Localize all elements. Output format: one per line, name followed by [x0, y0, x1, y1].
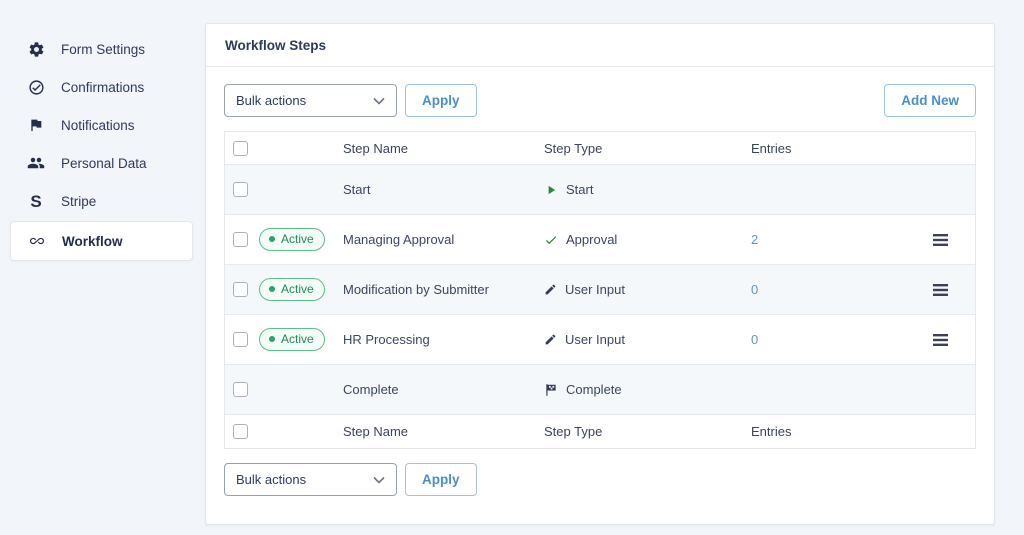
people-icon	[26, 154, 46, 172]
sidebar-item-workflow[interactable]: Workflow	[10, 221, 193, 261]
add-new-button[interactable]: Add New	[884, 84, 976, 117]
table-header-row: Step Name Step Type Entries	[225, 132, 975, 165]
sidebar-item-label: Notifications	[61, 118, 135, 133]
status-badge: Active	[259, 228, 325, 251]
active-dot-icon	[269, 236, 275, 242]
row-menu-icon[interactable]	[929, 330, 952, 350]
bulk-actions-selected-value: Bulk actions	[236, 472, 306, 487]
sidebar-item-label: Form Settings	[61, 42, 145, 57]
step-name: Modification by Submitter	[343, 280, 544, 299]
active-dot-icon	[269, 336, 275, 342]
sidebar-item-form-settings[interactable]: Form Settings	[0, 30, 205, 68]
step-name: Managing Approval	[343, 230, 544, 249]
chevron-down-icon	[373, 97, 385, 105]
table-row-managing-approval: Active Managing Approval Approval 2	[225, 215, 975, 265]
table-row-start: Start Start	[225, 165, 975, 215]
bulk-actions-select-bottom[interactable]: Bulk actions	[224, 463, 397, 496]
stripe-s-icon: S	[26, 192, 46, 210]
workflow-steps-panel: Workflow Steps Bulk actions Apply Add Ne…	[205, 23, 995, 525]
sidebar-item-notifications[interactable]: Notifications	[0, 106, 205, 144]
check-circle-icon	[26, 78, 46, 96]
app: Form Settings Confirmations Notification…	[0, 0, 1024, 535]
pencil-icon	[544, 333, 557, 346]
top-toolbar: Bulk actions Apply Add New	[224, 84, 976, 117]
sidebar-item-label: Personal Data	[61, 156, 147, 171]
panel-title: Workflow Steps	[206, 24, 994, 67]
entries-count-link[interactable]: 2	[751, 232, 758, 247]
sidebar-item-label: Stripe	[61, 194, 96, 209]
row-checkbox[interactable]	[233, 182, 248, 197]
row-checkbox[interactable]	[233, 232, 248, 247]
bottom-toolbar: Bulk actions Apply	[224, 463, 976, 496]
chevron-down-icon	[373, 476, 385, 484]
step-type: User Input	[544, 330, 751, 349]
select-all-checkbox-bottom[interactable]	[233, 424, 248, 439]
step-name: HR Processing	[343, 330, 544, 349]
table-row-complete: Complete Complete	[225, 365, 975, 415]
sidebar-item-confirmations[interactable]: Confirmations	[0, 68, 205, 106]
sidebar-item-label: Workflow	[62, 234, 123, 249]
step-type: Start	[544, 180, 751, 199]
play-icon	[544, 183, 558, 197]
sidebar-item-personal-data[interactable]: Personal Data	[0, 144, 205, 182]
footer-column-entries: Entries	[751, 422, 929, 441]
footer-column-step-name: Step Name	[343, 422, 544, 441]
step-type: User Input	[544, 280, 751, 299]
apply-button-bottom[interactable]: Apply	[405, 463, 477, 496]
row-checkbox[interactable]	[233, 332, 248, 347]
bulk-actions-select[interactable]: Bulk actions	[224, 84, 397, 117]
table-footer-row: Step Name Step Type Entries	[225, 415, 975, 448]
row-menu-icon[interactable]	[929, 230, 952, 250]
active-dot-icon	[269, 286, 275, 292]
column-header-step-name: Step Name	[343, 139, 544, 158]
row-checkbox[interactable]	[233, 382, 248, 397]
workflow-steps-table: Step Name Step Type Entries Start Start	[224, 131, 976, 449]
step-name: Start	[343, 180, 544, 199]
checkered-flag-icon	[544, 383, 558, 397]
entries-count-link[interactable]: 0	[751, 332, 758, 347]
sidebar-item-label: Confirmations	[61, 80, 144, 95]
status-badge: Active	[259, 328, 325, 351]
table-row-hr-processing: Active HR Processing User Input 0	[225, 315, 975, 365]
step-name: Complete	[343, 380, 544, 399]
apply-button[interactable]: Apply	[405, 84, 477, 117]
select-all-checkbox[interactable]	[233, 141, 248, 156]
bulk-actions-selected-value: Bulk actions	[236, 93, 306, 108]
sidebar-item-stripe[interactable]: S Stripe	[0, 182, 205, 220]
entries-count-link[interactable]: 0	[751, 282, 758, 297]
step-type: Approval	[544, 230, 751, 249]
check-icon	[544, 233, 558, 247]
workflow-infinity-icon	[27, 232, 47, 250]
flag-icon	[26, 116, 46, 134]
column-header-entries: Entries	[751, 139, 929, 158]
footer-column-step-type: Step Type	[544, 422, 751, 441]
status-badge: Active	[259, 278, 325, 301]
pencil-icon	[544, 283, 557, 296]
table-row-modification-by-submitter: Active Modification by Submitter User In…	[225, 265, 975, 315]
row-checkbox[interactable]	[233, 282, 248, 297]
step-type: Complete	[544, 380, 751, 399]
column-header-step-type: Step Type	[544, 139, 751, 158]
row-menu-icon[interactable]	[929, 280, 952, 300]
gear-icon	[26, 40, 46, 58]
settings-sidebar: Form Settings Confirmations Notification…	[0, 0, 205, 535]
